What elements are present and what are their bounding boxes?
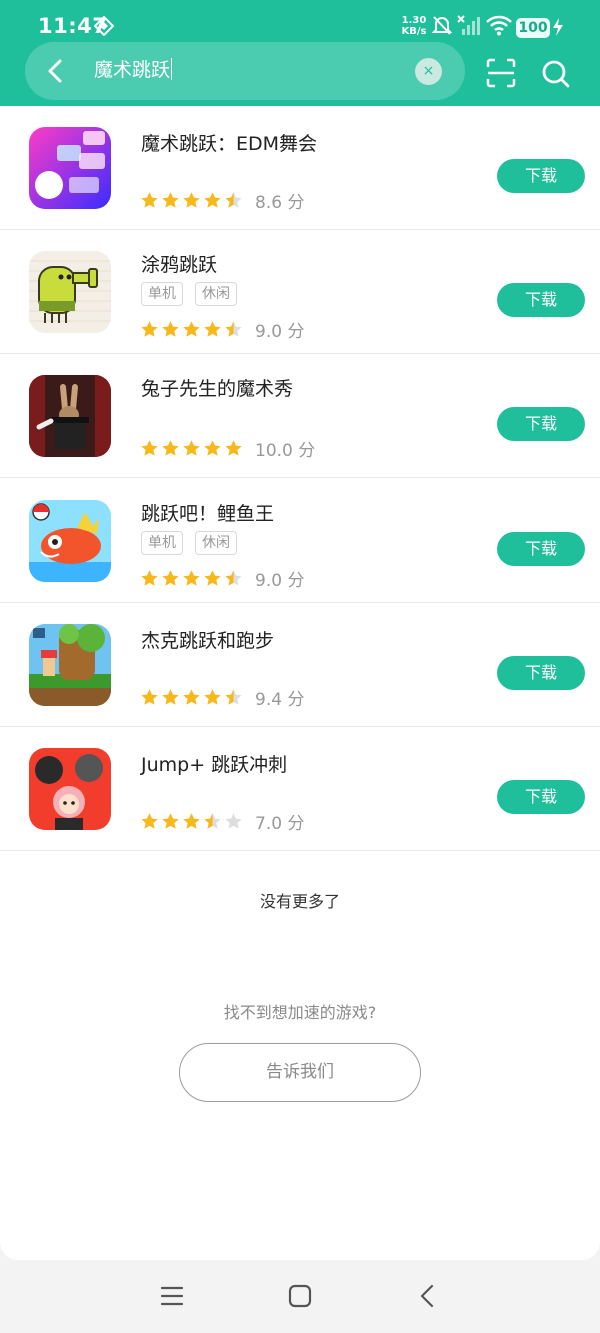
app-icon-mr-bunny: [29, 375, 111, 457]
menu-icon[interactable]: [158, 1282, 186, 1310]
download-button[interactable]: 下载: [497, 159, 585, 193]
star-half-icon: [225, 689, 242, 705]
app-tags: 单机 休闲: [141, 282, 237, 306]
star-full-icon: [204, 192, 221, 208]
star-full-icon: [162, 321, 179, 337]
search-bar[interactable]: [25, 42, 465, 100]
star-full-icon: [141, 570, 158, 586]
rating-stars: [140, 812, 243, 831]
download-button[interactable]: 下载: [497, 283, 585, 317]
rating-stars: [140, 320, 243, 339]
back-nav-icon[interactable]: [414, 1282, 442, 1310]
star-full-icon: [183, 192, 200, 208]
app-name: 跳跃吧！鲤鱼王: [141, 503, 275, 525]
rating-score: 7.0 分: [255, 814, 305, 834]
star-half-icon: [225, 321, 242, 337]
rating-stars: [140, 191, 243, 210]
rating-score: 10.0 分: [255, 441, 316, 461]
star-full-icon: [225, 440, 242, 456]
vpn-diamond-icon: [94, 16, 114, 36]
tag: 单机: [141, 531, 183, 555]
list-item[interactable]: 兔子先生的魔术秀 10.0 分 下载: [0, 354, 600, 478]
star-empty-icon: [225, 813, 242, 829]
star-full-icon: [183, 321, 200, 337]
battery-indicator: 100: [516, 18, 550, 38]
app-icon-doodle-jump: [29, 251, 111, 333]
clear-search-button[interactable]: ×: [415, 58, 442, 85]
star-full-icon: [204, 570, 221, 586]
rating-score: 9.4 分: [255, 690, 305, 710]
star-full-icon: [183, 570, 200, 586]
download-button[interactable]: 下载: [497, 532, 585, 566]
star-full-icon: [162, 813, 179, 829]
app-name: 兔子先生的魔术秀: [141, 378, 294, 400]
wifi-icon: [486, 15, 512, 36]
tag: 单机: [141, 282, 183, 306]
app-rating: 9.0 分: [140, 317, 304, 342]
rating-stars: [140, 569, 243, 588]
charging-icon: [553, 18, 563, 36]
star-half-icon: [225, 570, 242, 586]
star-half-icon: [225, 192, 242, 208]
rating-stars: [140, 439, 243, 458]
scan-icon[interactable]: [486, 58, 516, 88]
app-tags: 单机 休闲: [141, 531, 237, 555]
star-full-icon: [162, 689, 179, 705]
rating-score: 8.6 分: [255, 193, 305, 213]
list-item[interactable]: Jump+ 跳跃冲刺 7.0 分 下载: [0, 727, 600, 851]
app-icon-jump-plus: [29, 748, 111, 830]
download-button[interactable]: 下载: [497, 656, 585, 690]
app-name: 魔术跳跃：EDM舞会: [141, 133, 318, 155]
list-item[interactable]: 跳跃吧！鲤鱼王 单机 休闲 9.0 分 下载: [0, 479, 600, 603]
back-icon[interactable]: [40, 55, 72, 87]
star-full-icon: [141, 813, 158, 829]
download-button[interactable]: 下载: [497, 780, 585, 814]
app-rating: 8.6 分: [140, 188, 304, 213]
list-item[interactable]: 涂鸦跳跃 单机 休闲 9.0 分 下载: [0, 230, 600, 354]
app-rating: 10.0 分: [140, 436, 315, 461]
list-item[interactable]: 杰克跳跃和跑步 9.4 分 下载: [0, 603, 600, 727]
home-icon[interactable]: [286, 1282, 314, 1310]
tag: 休闲: [195, 282, 237, 306]
app-name: Jump+ 跳跃冲刺: [141, 754, 288, 776]
app-icon-magikarp-jump: [29, 500, 111, 582]
text-caret: [171, 58, 173, 80]
search-input[interactable]: 魔术跳跃: [94, 56, 173, 84]
star-full-icon: [183, 440, 200, 456]
tell-us-button[interactable]: 告诉我们: [179, 1043, 421, 1102]
net-speed: 1.30 KB/s: [401, 15, 427, 37]
signal-icon: [457, 15, 480, 35]
app-name: 涂鸦跳跃: [141, 254, 218, 276]
list-item[interactable]: 魔术跳跃：EDM舞会 8.6 分 下载: [0, 106, 600, 230]
star-full-icon: [162, 570, 179, 586]
star-full-icon: [141, 321, 158, 337]
search-icon[interactable]: [541, 59, 571, 89]
download-button[interactable]: 下载: [497, 407, 585, 441]
star-full-icon: [141, 440, 158, 456]
star-full-icon: [141, 689, 158, 705]
rating-score: 9.0 分: [255, 571, 305, 591]
star-full-icon: [204, 440, 221, 456]
star-full-icon: [204, 321, 221, 337]
star-full-icon: [141, 192, 158, 208]
rating-stars: [140, 688, 243, 707]
star-half-icon: [204, 813, 221, 829]
app-rating: 7.0 分: [140, 809, 304, 834]
bell-muted-icon: [431, 16, 453, 35]
app-rating: 9.4 分: [140, 685, 304, 710]
app-name: 杰克跳跃和跑步: [141, 630, 275, 652]
star-full-icon: [204, 689, 221, 705]
tag: 休闲: [195, 531, 237, 555]
cant-find-text: 找不到想加速的游戏?: [223, 1003, 377, 1022]
star-full-icon: [162, 440, 179, 456]
star-full-icon: [183, 813, 200, 829]
app-rating: 9.0 分: [140, 566, 304, 591]
app-icon-jack-jump: [29, 624, 111, 706]
star-full-icon: [162, 192, 179, 208]
system-nav-bar: [0, 1260, 600, 1333]
no-more-text: 没有更多了: [259, 892, 340, 911]
app-icon-magic-tiles: [29, 127, 111, 209]
star-full-icon: [183, 689, 200, 705]
rating-score: 9.0 分: [255, 322, 305, 342]
